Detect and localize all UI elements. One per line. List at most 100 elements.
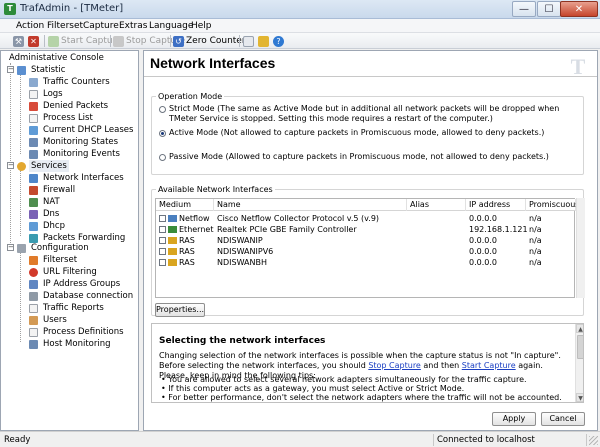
strict-mode-option[interactable]: Strict Mode (The same as Active Mode but… bbox=[159, 104, 577, 124]
help-scrollbar[interactable]: ▲ ▼ bbox=[575, 324, 583, 402]
medium-cell: RAS bbox=[156, 246, 214, 257]
scroll-up-arrow[interactable]: ▲ bbox=[576, 324, 583, 333]
database-icon bbox=[29, 291, 38, 301]
table-row[interactable]: RAS NDISWANBH 0.0.0.0 n/a bbox=[156, 257, 576, 268]
services-expander[interactable]: − bbox=[7, 162, 14, 169]
minimize-button[interactable]: — bbox=[512, 1, 536, 17]
scroll-down-arrow[interactable]: ▼ bbox=[576, 393, 583, 402]
column-alias[interactable]: Alias bbox=[407, 199, 466, 211]
interfaces-scrollbar[interactable] bbox=[576, 198, 585, 298]
tools-icon: ⚒ bbox=[13, 35, 24, 47]
tree-item-filterset[interactable]: Filterset bbox=[29, 254, 79, 266]
tree-item-network-interfaces[interactable]: Network Interfaces bbox=[29, 172, 126, 184]
configuration-expander[interactable]: − bbox=[7, 244, 14, 251]
adapter-icon bbox=[168, 259, 177, 266]
tree-node-configuration[interactable]: Configuration bbox=[17, 242, 91, 254]
tree-item-process-list[interactable]: Process List bbox=[29, 112, 95, 124]
interface-checkbox[interactable] bbox=[159, 248, 166, 255]
tree-item-firewall[interactable]: Firewall bbox=[29, 184, 77, 196]
tree-connector bbox=[20, 170, 21, 236]
tree-item-label: Dhcp bbox=[43, 221, 66, 231]
passive-mode-option[interactable]: Passive Mode (Allowed to capture packets… bbox=[159, 152, 577, 162]
toolbar-key-button[interactable] bbox=[258, 34, 269, 48]
play-icon bbox=[48, 35, 59, 47]
passive-mode-radio[interactable] bbox=[159, 154, 166, 161]
tree-item-dhcp-leases[interactable]: Current DHCP Leases bbox=[29, 124, 135, 136]
tree-item-logs[interactable]: Logs bbox=[29, 88, 65, 100]
statistic-expander[interactable]: − bbox=[7, 66, 14, 73]
tree-item-traffic-reports[interactable]: Traffic Reports bbox=[29, 302, 106, 314]
toolbar-tools-button[interactable]: ⚒ bbox=[13, 34, 24, 48]
strict-mode-radio[interactable] bbox=[159, 106, 166, 113]
tree-item-label: Logs bbox=[43, 89, 63, 99]
toolbar-search-button[interactable] bbox=[243, 34, 254, 48]
tree-item-denied-packets[interactable]: Denied Packets bbox=[29, 100, 110, 112]
title-bar[interactable]: T TrafAdmin - [TMeter] — ☐ ✕ bbox=[0, 0, 600, 19]
menu-extras[interactable]: Extras bbox=[117, 20, 149, 32]
promiscuous-cell-text: n/a bbox=[529, 258, 542, 267]
menu-action[interactable]: Action bbox=[14, 20, 46, 32]
interface-checkbox[interactable] bbox=[159, 215, 166, 222]
interface-checkbox[interactable] bbox=[159, 259, 166, 266]
navigation-tree[interactable]: Administative Console − Statistic Traffi… bbox=[0, 50, 139, 431]
table-row[interactable]: RAS NDISWANIP 0.0.0.0 n/a bbox=[156, 235, 576, 246]
scroll-thumb[interactable] bbox=[577, 335, 583, 359]
tree-item-database-connection[interactable]: Database connection bbox=[29, 290, 135, 302]
menu-help[interactable]: Help bbox=[189, 20, 214, 32]
maximize-button[interactable]: ☐ bbox=[537, 1, 561, 17]
tree-item-monitoring-states[interactable]: Monitoring States bbox=[29, 136, 120, 148]
list-header: Medium Name Alias IP address Promiscuous bbox=[156, 199, 579, 211]
passive-mode-label: Passive Mode (Allowed to capture packets… bbox=[169, 152, 549, 161]
tree-node-services[interactable]: Services bbox=[17, 160, 69, 172]
window-title: TrafAdmin - [TMeter] bbox=[20, 3, 124, 14]
table-row[interactable]: Netflow Cisco Netflow Collector Protocol … bbox=[156, 213, 576, 224]
table-row[interactable]: Ethernet Realtek PCIe GBE Family Controll… bbox=[156, 224, 576, 235]
resize-grip[interactable] bbox=[589, 436, 598, 445]
close-button[interactable]: ✕ bbox=[560, 1, 598, 17]
start-capture-link[interactable]: Start Capture bbox=[462, 361, 516, 370]
menu-filterset[interactable]: Filterset bbox=[45, 20, 85, 32]
tree-item-dns[interactable]: Dns bbox=[29, 208, 61, 220]
tree-node-statistic[interactable]: Statistic bbox=[17, 64, 67, 76]
interface-checkbox[interactable] bbox=[159, 226, 166, 233]
tree-item-monitoring-events[interactable]: Monitoring Events bbox=[29, 148, 122, 160]
tree-item-label: Current DHCP Leases bbox=[43, 125, 134, 135]
table-row[interactable]: RAS NDISWANIPV6 0.0.0.0 n/a bbox=[156, 246, 576, 257]
medium-cell-text: Netflow bbox=[179, 214, 210, 223]
interfaces-list[interactable]: Medium Name Alias IP address Promiscuous… bbox=[155, 198, 579, 298]
tree-item-url-filtering[interactable]: URL Filtering bbox=[29, 266, 99, 278]
column-name[interactable]: Name bbox=[214, 199, 407, 211]
stop-capture-link[interactable]: Stop Capture bbox=[368, 361, 421, 370]
column-ip-address[interactable]: IP address bbox=[466, 199, 526, 211]
help-tip: For better performance, don't select the… bbox=[161, 393, 569, 402]
tree-item-label: Dns bbox=[43, 209, 60, 219]
monitor-icon bbox=[29, 137, 38, 147]
properties-button[interactable]: Properties... bbox=[155, 303, 205, 317]
tree-item-label: NAT bbox=[43, 197, 60, 207]
interfaces-group: Available Network Interfaces Medium Name… bbox=[151, 184, 585, 317]
tree-item-label: Traffic Counters bbox=[43, 77, 110, 87]
active-mode-option[interactable]: Active Mode (Not allowed to capture pack… bbox=[159, 128, 577, 138]
tree-item-dhcp[interactable]: Dhcp bbox=[29, 220, 67, 232]
medium-cell: RAS bbox=[156, 235, 214, 246]
help-tip: If this computer acts as a gateway, you … bbox=[161, 384, 569, 393]
tree-connector bbox=[10, 63, 11, 247]
column-medium[interactable]: Medium bbox=[156, 199, 214, 211]
menu-capture[interactable]: Capture bbox=[81, 20, 121, 32]
column-promiscuous[interactable]: Promiscuous bbox=[526, 199, 579, 211]
tree-item-traffic-counters[interactable]: Traffic Counters bbox=[29, 76, 112, 88]
tree-item-ip-address-groups[interactable]: IP Address Groups bbox=[29, 278, 122, 290]
connection-status: Connected to localhost bbox=[433, 434, 587, 446]
apply-button[interactable]: Apply bbox=[492, 412, 536, 426]
tree-item-process-definitions[interactable]: Process Definitions bbox=[29, 326, 126, 338]
tree-item-nat[interactable]: NAT bbox=[29, 196, 62, 208]
toolbar-help-button[interactable]: ? bbox=[273, 34, 284, 48]
toolbar-disconnect-button[interactable]: ✕ bbox=[28, 34, 39, 48]
tree-item-users[interactable]: Users bbox=[29, 314, 69, 326]
cancel-button[interactable]: Cancel bbox=[541, 412, 585, 426]
interface-checkbox[interactable] bbox=[159, 237, 166, 244]
active-mode-radio[interactable] bbox=[159, 130, 166, 137]
tree-root[interactable]: Administative Console bbox=[7, 52, 106, 64]
nat-icon bbox=[29, 197, 38, 207]
tree-item-host-monitoring[interactable]: Host Monitoring bbox=[29, 338, 113, 350]
